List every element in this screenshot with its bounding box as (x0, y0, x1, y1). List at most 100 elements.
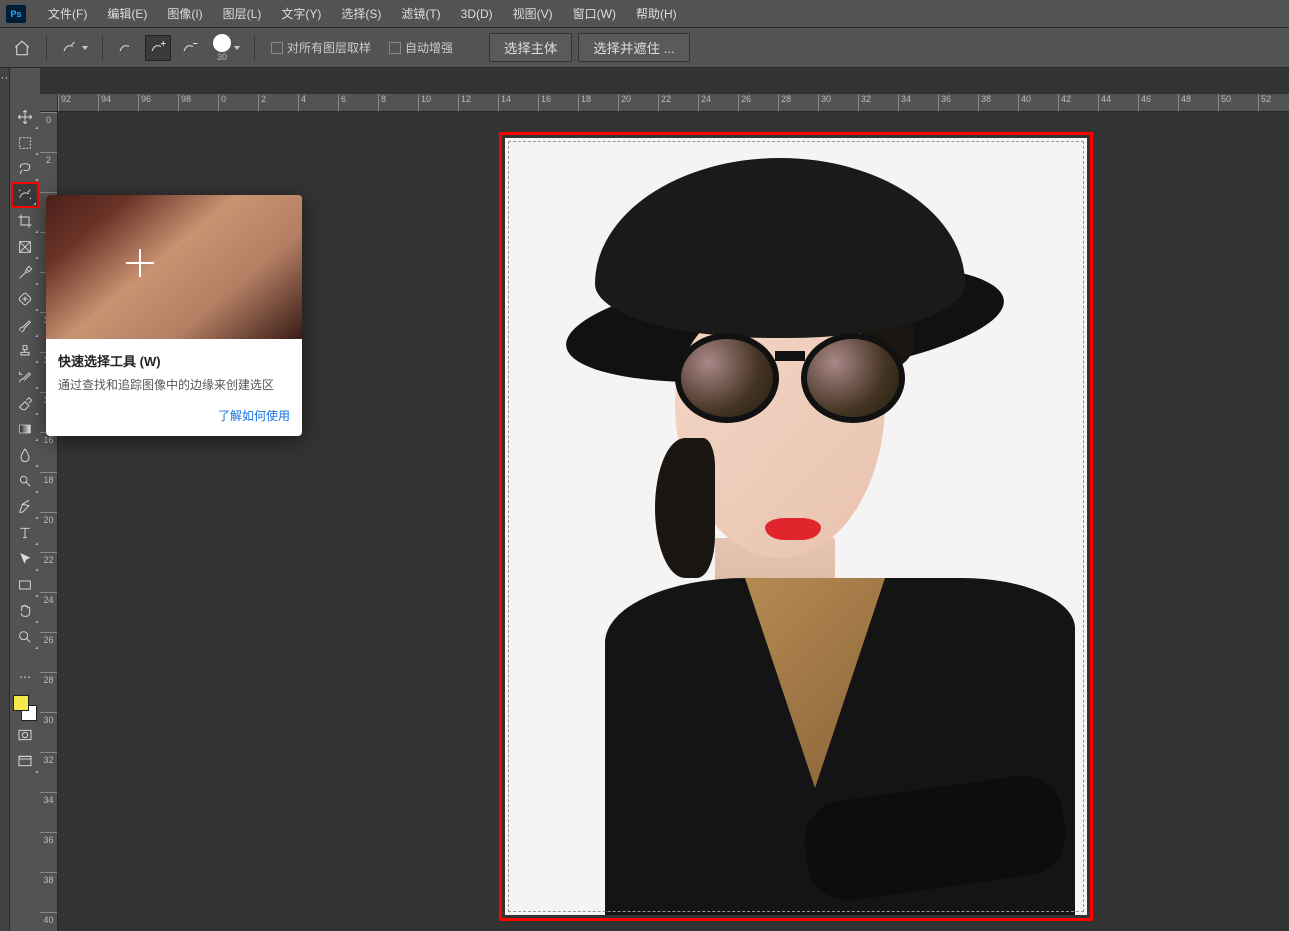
menu-filter[interactable]: 滤镜(T) (391, 1, 450, 26)
menu-3d[interactable]: 3D(D) (451, 3, 503, 25)
dodge-tool[interactable] (11, 468, 39, 494)
tool-preset-picker[interactable] (57, 35, 92, 61)
ruler-tick: 24 (698, 94, 738, 111)
menu-help[interactable]: 帮助(H) (626, 1, 687, 26)
ruler-tick: 46 (1138, 94, 1178, 111)
tooltip-learn-link[interactable]: 了解如何使用 (218, 409, 290, 423)
menu-layer[interactable]: 图层(L) (213, 1, 272, 26)
hand-tool[interactable] (11, 598, 39, 624)
blur-tool[interactable] (11, 442, 39, 468)
menu-view[interactable]: 视图(V) (503, 1, 563, 26)
sample-all-layers-checkbox[interactable]: 对所有图层取样 (271, 39, 371, 56)
ps-logo-icon: Ps (6, 5, 26, 23)
ruler-origin[interactable] (40, 94, 58, 112)
new-selection-button[interactable] (113, 35, 139, 61)
tool-tooltip-card: 快速选择工具 (W) 通过查找和追踪图像中的边缘来创建选区 了解如何使用 (46, 195, 302, 436)
spot-healing-tool[interactable] (11, 286, 39, 312)
eraser-tool[interactable] (11, 390, 39, 416)
eyedropper-tool[interactable] (11, 260, 39, 286)
canvas-highlight (499, 132, 1093, 921)
ruler-tick: 30 (818, 94, 858, 111)
ruler-tick: 42 (1058, 94, 1098, 111)
type-tool[interactable] (11, 520, 39, 546)
ruler-tick: 30 (40, 712, 57, 752)
frame-tool[interactable] (11, 234, 39, 260)
ruler-tick: 32 (858, 94, 898, 111)
quick-mask-button[interactable] (11, 722, 39, 748)
tooltip-description: 通过查找和追踪图像中的边缘来创建选区 (58, 376, 290, 393)
ruler-tick: 44 (1098, 94, 1138, 111)
home-button[interactable] (8, 34, 36, 62)
add-to-selection-button[interactable] (145, 35, 171, 61)
menu-image[interactable]: 图像(I) (157, 1, 212, 26)
brush-tool[interactable] (11, 312, 39, 338)
ruler-tick: 2 (258, 94, 298, 111)
ruler-tick: 34 (898, 94, 938, 111)
quick-selection-tool[interactable] (11, 182, 39, 208)
horizontal-ruler[interactable]: 9294969802468101214161820222426283032343… (58, 94, 1289, 112)
path-selection-tool[interactable] (11, 546, 39, 572)
ruler-tick: 50 (1218, 94, 1258, 111)
canvas[interactable] (505, 138, 1087, 915)
brush-size-label: 30 (217, 52, 227, 62)
ruler-tick: 40 (1018, 94, 1058, 111)
auto-enhance-checkbox[interactable]: 自动增强 (389, 39, 453, 56)
select-and-mask-button[interactable]: 选择并遮住 ... (578, 33, 689, 62)
ruler-tick: 0 (40, 112, 57, 152)
tooltip-preview-image (46, 195, 302, 339)
ruler-tick: 38 (978, 94, 1018, 111)
ruler-tick: 2 (40, 152, 57, 192)
ruler-tick: 20 (40, 512, 57, 552)
options-bar: 30 对所有图层取样 自动增强 选择主体 选择并遮住 ... (0, 28, 1289, 68)
screen-mode-button[interactable] (11, 748, 39, 774)
ruler-tick: 14 (498, 94, 538, 111)
ruler-tick: 40 (40, 912, 57, 931)
color-swatches[interactable] (12, 694, 38, 722)
marquee-tool[interactable] (11, 130, 39, 156)
ruler-tick: 28 (40, 672, 57, 712)
ruler-tick: 10 (418, 94, 458, 111)
ruler-tick: 36 (938, 94, 978, 111)
menu-type[interactable]: 文字(Y) (271, 1, 331, 26)
ruler-tick: 0 (218, 94, 258, 111)
ruler-tick: 4 (298, 94, 338, 111)
sample-all-layers-label: 对所有图层取样 (287, 39, 371, 56)
ruler-tick: 8 (378, 94, 418, 111)
ruler-tick: 24 (40, 592, 57, 632)
tooltip-title: 快速选择工具 (W) (58, 351, 290, 370)
auto-enhance-label: 自动增强 (405, 39, 453, 56)
ruler-tick: 38 (40, 872, 57, 912)
menu-select[interactable]: 选择(S) (331, 1, 391, 26)
divider (102, 35, 103, 61)
foreground-swatch[interactable] (13, 695, 29, 711)
rectangle-tool[interactable] (11, 572, 39, 598)
figure-hair (655, 438, 715, 578)
figure-hat (595, 158, 965, 338)
figure-sunglasses (675, 333, 905, 423)
subtract-from-selection-button[interactable] (177, 35, 203, 61)
crop-tool[interactable] (11, 208, 39, 234)
ruler-tick: 34 (40, 792, 57, 832)
zoom-tool[interactable] (11, 624, 39, 650)
menu-bar: Ps 文件(F) 编辑(E) 图像(I) 图层(L) 文字(Y) 选择(S) 滤… (0, 0, 1289, 28)
divider (254, 35, 255, 61)
brush-preset-picker[interactable]: 30 (209, 35, 244, 61)
history-brush-tool[interactable] (11, 364, 39, 390)
panel-gutter: ·· (0, 68, 10, 931)
move-tool[interactable] (11, 104, 39, 130)
ruler-tick: 12 (458, 94, 498, 111)
clone-stamp-tool[interactable] (11, 338, 39, 364)
ruler-tick: 22 (658, 94, 698, 111)
ruler-tick: 32 (40, 752, 57, 792)
gradient-tool[interactable] (11, 416, 39, 442)
menu-edit[interactable]: 编辑(E) (97, 1, 157, 26)
pen-tool[interactable] (11, 494, 39, 520)
select-subject-button[interactable]: 选择主体 (489, 33, 572, 62)
divider (46, 35, 47, 61)
ruler-tick: 98 (178, 94, 218, 111)
lasso-tool[interactable] (11, 156, 39, 182)
ruler-tick: 6 (338, 94, 378, 111)
menu-file[interactable]: 文件(F) (38, 1, 97, 26)
edit-toolbar-button[interactable]: ⋯ (11, 664, 39, 690)
menu-window[interactable]: 窗口(W) (563, 1, 626, 26)
